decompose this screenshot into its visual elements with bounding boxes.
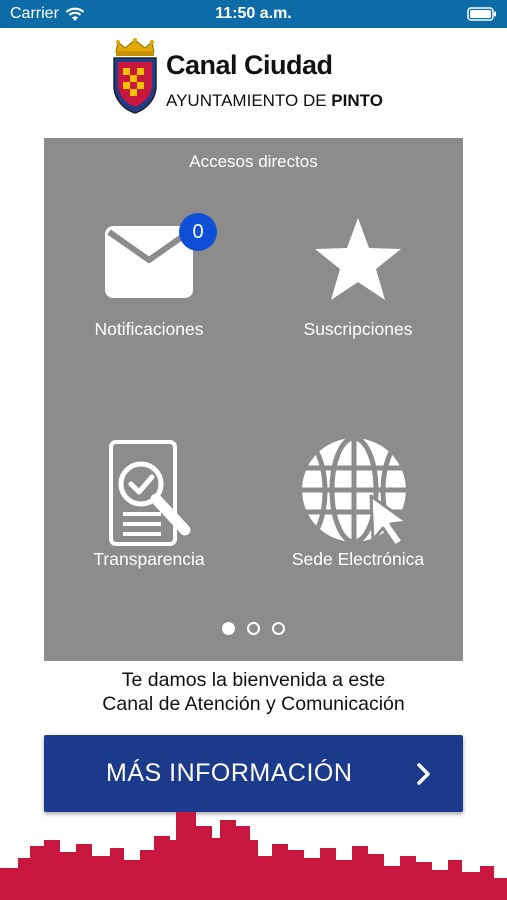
tile-sede-electronica[interactable]: Sede Electrónica [258, 434, 458, 614]
status-bar: Carrier 11:50 a.m. [0, 0, 507, 28]
more-info-label: MÁS INFORMACIÓN [106, 759, 353, 787]
brand-subtitle-prefix: AYUNTAMIENTO DE [166, 91, 332, 110]
brand-subtitle-bold: PINTO [331, 91, 383, 110]
welcome-message: Te damos la bienvenida a este Canal de A… [0, 668, 507, 716]
page-indicator[interactable] [44, 622, 463, 635]
crest-icon [113, 38, 157, 114]
tile-label: Notificaciones [94, 319, 204, 339]
tile-suscripciones[interactable]: Suscripciones [258, 208, 458, 388]
welcome-line-2: Canal de Atención y Comunicación [102, 693, 405, 715]
tile-transparencia[interactable]: Transparencia [49, 434, 249, 614]
document-search-icon [109, 440, 191, 546]
star-icon [315, 218, 401, 300]
page-dot-1[interactable] [222, 622, 235, 635]
brand-name: Canal Ciudad [166, 50, 333, 80]
panel-title: Accesos directos [189, 152, 318, 171]
tile-notificaciones[interactable]: 0 Notificaciones [49, 208, 249, 388]
globe-cursor-icon [302, 438, 409, 548]
app-logo: Canal Ciudad AYUNTAMIENTO DE PINTO [112, 38, 402, 114]
page-dot-2[interactable] [247, 622, 260, 635]
tile-label: Sede Electrónica [291, 549, 425, 569]
welcome-line-1: Te damos la bienvenida a este [121, 669, 386, 691]
shortcuts-panel: Accesos directos 0 Notificaciones Suscri… [44, 138, 463, 661]
notification-badge: 0 [179, 213, 217, 251]
chevron-right-icon [417, 763, 430, 785]
status-time: 11:50 a.m. [215, 5, 292, 22]
tile-label: Transparencia [93, 549, 205, 569]
brand-subtitle: AYUNTAMIENTO DE PINTO [166, 91, 383, 111]
tile-label: Suscripciones [303, 319, 413, 339]
battery-icon [467, 7, 496, 21]
page-dot-3[interactable] [272, 622, 285, 635]
city-skyline-illustration [0, 812, 507, 900]
